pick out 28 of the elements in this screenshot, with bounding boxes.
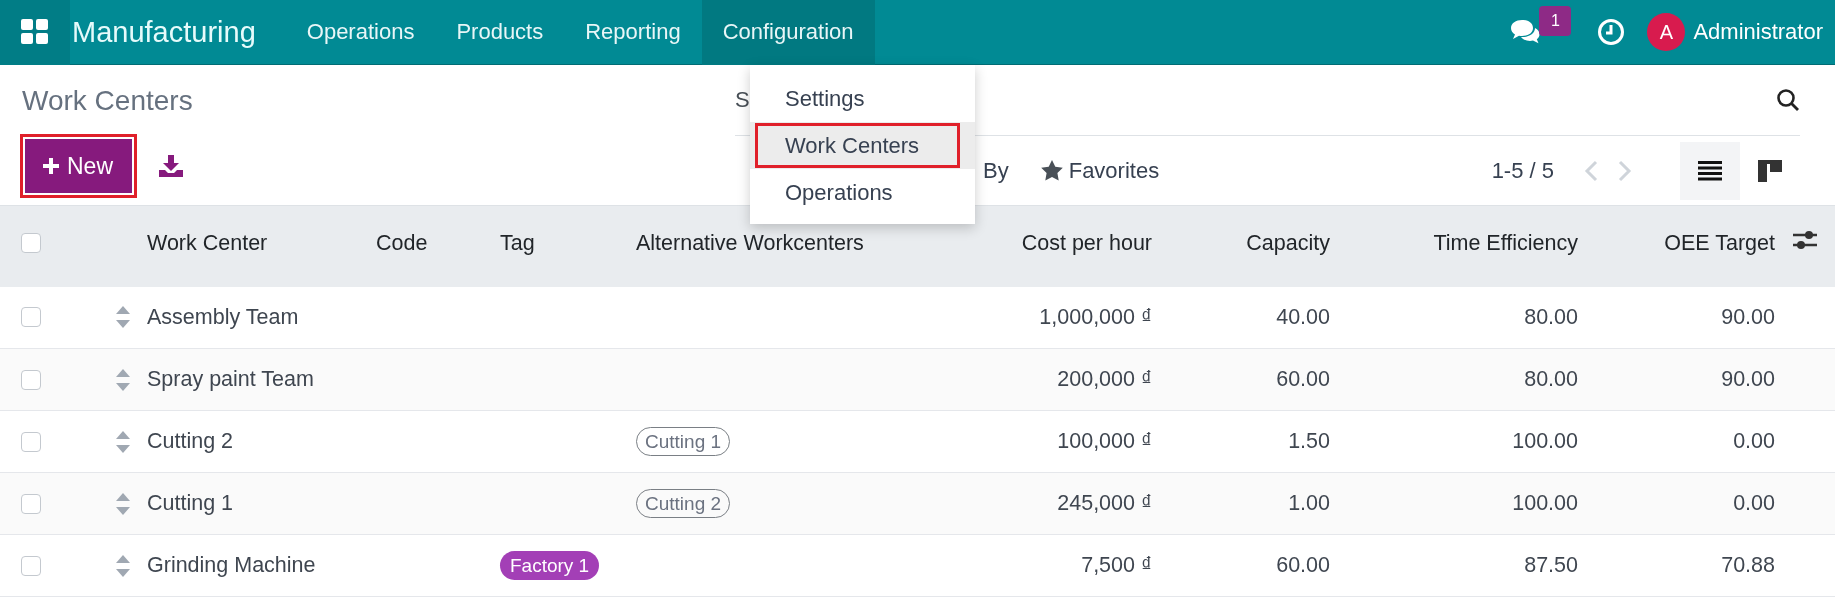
table-cell: 100,000 ₫ bbox=[1057, 429, 1152, 453]
table-cell: 245,000 ₫ bbox=[1057, 491, 1152, 515]
table-cell: 1.50 bbox=[1288, 429, 1330, 453]
table-cell: 1.00 bbox=[1288, 491, 1330, 515]
table-cell: 7,500 ₫ bbox=[1081, 553, 1152, 577]
table-cell: Assembly Team bbox=[147, 304, 299, 329]
page-title: Work Centers bbox=[21, 84, 194, 118]
table-cell: 40.00 bbox=[1276, 304, 1330, 329]
table-cell: 80.00 bbox=[1524, 367, 1578, 391]
table-cell: Cutting 1 bbox=[147, 491, 234, 515]
table-cell: 100.00 bbox=[1512, 429, 1578, 453]
table-cell: Spray paint Team bbox=[147, 367, 314, 391]
table-cell: 0.00 bbox=[1733, 429, 1775, 453]
table-cell: 200,000 ₫ bbox=[1057, 367, 1152, 391]
table-cell: 80.00 bbox=[1524, 304, 1578, 329]
table-cell: Grinding Machine bbox=[147, 553, 316, 577]
table-cell: 60.00 bbox=[1276, 367, 1330, 391]
table-cell: 1,000,000 ₫ bbox=[1039, 304, 1152, 329]
table-cell: 87.50 bbox=[1524, 553, 1578, 577]
table-cell: 0.00 bbox=[1733, 491, 1775, 515]
notification-count: 1 bbox=[1539, 6, 1572, 36]
table-cell: 100.00 bbox=[1512, 491, 1578, 515]
tag-chip: Factory 1 bbox=[500, 551, 600, 580]
table-cell: 90.00 bbox=[1721, 304, 1775, 329]
table-cell: 90.00 bbox=[1721, 367, 1775, 391]
table-cell: 70.88 bbox=[1721, 553, 1775, 577]
table-cell: Cutting 2 bbox=[147, 429, 234, 453]
table-cell: 60.00 bbox=[1276, 553, 1330, 577]
